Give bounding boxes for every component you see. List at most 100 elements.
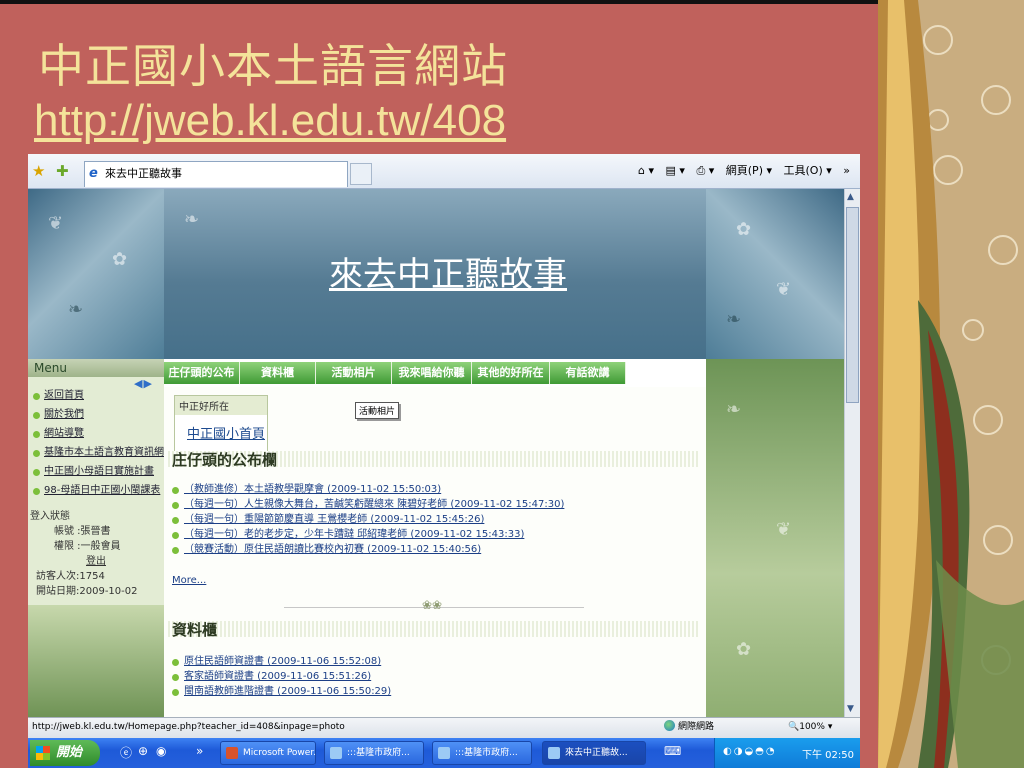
- tooltip: 活動相片: [355, 402, 400, 419]
- status-url: http://jweb.kl.edu.tw/Homepage.php?teach…: [32, 722, 345, 732]
- list-item[interactable]: 原住民語師資證書 (2009-11-06 15:52:08): [172, 655, 391, 670]
- page-viewport: ❦ ✿ ❧ ❧ ✿ ❦ ❧ 來去中正聽故事 Menu ◀▶ 返回首頁 關於我們 …: [28, 189, 844, 717]
- menu-item-mother-tongue-plan[interactable]: 中正國小母語日實施計畫: [32, 463, 164, 482]
- decorative-art: [878, 0, 1024, 768]
- start-label: 開始: [56, 745, 83, 760]
- list-item[interactable]: （每週一句）重陽節節慶直導 王鶯櫻老師 (2009-11-02 15:45:26…: [172, 513, 564, 528]
- menu-list: 返回首頁 關於我們 網站導覽 基隆市本土語言教育資訊網 中正國小母語日實施計畫 …: [32, 387, 164, 501]
- more-chevron-icon[interactable]: »: [843, 164, 850, 177]
- ie-icon: [548, 747, 560, 759]
- taskbar: 開始 ⓔ ⊕ ◉ » Microsoft Power... :::基隆市政府..…: [28, 738, 860, 768]
- list-item[interactable]: （教師進修）本土語教學觀摩會 (2009-11-02 15:50:03): [172, 483, 564, 498]
- school-home-link[interactable]: 中正國小首頁: [175, 415, 267, 442]
- slide-title: 中正國小本土語言網站: [38, 39, 508, 93]
- list-item[interactable]: （每週一句）老的老步定，少年卡蹧躂 邱紹瑋老師 (2009-11-02 15:4…: [172, 528, 564, 543]
- zoom-level: 100%: [799, 722, 825, 732]
- leaf-icon: ❦: [776, 519, 792, 540]
- slide-top-band: [0, 0, 878, 4]
- tab-other-places[interactable]: 其他的好所在: [472, 362, 550, 384]
- right-decor-panel: ❧ ❦ ✿: [706, 359, 844, 717]
- scrollbar-thumb[interactable]: [846, 207, 859, 403]
- decorative-panel: [878, 0, 1024, 768]
- favorites-star-icon[interactable]: ★: [32, 162, 45, 180]
- visitor-count: 訪客人次:1754: [36, 571, 105, 582]
- list-item[interactable]: 閩南語教師進階證書 (2009-11-06 15:50:29): [172, 685, 391, 700]
- media-quicklaunch-icon[interactable]: ◉: [156, 744, 166, 758]
- menu-item-schedule[interactable]: 98-母語日中正國小閩課表: [32, 482, 164, 501]
- leaf-icon: ❧: [68, 299, 84, 320]
- keyboard-icon[interactable]: ⌨: [664, 744, 681, 758]
- butterfly-icon: ✿: [112, 249, 128, 270]
- ie-icon: [438, 747, 450, 759]
- feeds-icon[interactable]: ▤ ▾: [666, 164, 685, 177]
- ie-quicklaunch-icon[interactable]: ⓔ: [120, 744, 132, 761]
- site-title-link[interactable]: 來去中正聽故事: [178, 247, 718, 296]
- menu-item-keelung-info[interactable]: 基隆市本土語言教育資訊網: [32, 444, 164, 463]
- task-keelung-1[interactable]: :::基隆市政府...: [324, 741, 424, 765]
- menu-item-sitemap[interactable]: 網站導覽: [32, 425, 164, 444]
- home-icon[interactable]: ⌂ ▾: [638, 164, 654, 177]
- start-button[interactable]: 開始: [30, 740, 100, 766]
- list-item[interactable]: （競賽活動）原住民語朗讀比賽校內初賽 (2009-11-02 15:40:56): [172, 543, 564, 558]
- leaf-icon: ✿: [736, 639, 752, 660]
- tab-sing[interactable]: 我來唱給你聽: [392, 362, 472, 384]
- tab-messages[interactable]: 有話欲講: [550, 362, 626, 384]
- task-keelung-2[interactable]: :::基隆市政府...: [432, 741, 532, 765]
- zoom-control[interactable]: 🔍100% ▾: [788, 718, 832, 737]
- page-menu[interactable]: 網頁(P) ▾: [726, 164, 772, 177]
- quicklaunch-more-icon[interactable]: »: [196, 744, 203, 758]
- outlook-quicklaunch-icon[interactable]: ⊕: [138, 744, 148, 758]
- command-bar: ⌂ ▾ ▤ ▾ ⎙ ▾ 網頁(P) ▾ 工具(O) ▾ »: [630, 162, 850, 178]
- site-open-date: 開站日期:2009-10-02: [36, 586, 138, 597]
- powerpoint-icon: [226, 747, 238, 759]
- browser-tab[interactable]: e 來去中正聽故事: [84, 161, 348, 187]
- more-link[interactable]: More...: [172, 575, 206, 586]
- task-powerpoint[interactable]: Microsoft Power...: [220, 741, 316, 765]
- slide-url-link[interactable]: http://jweb.kl.edu.tw/408: [34, 96, 506, 146]
- new-tab-button[interactable]: [350, 163, 372, 185]
- nav-bar: 庄仔頭的公布 資料櫃 活動相片 我來唱給你聽 其他的好所在 有話欲講: [164, 359, 706, 387]
- ie-logo-icon: e: [89, 166, 98, 181]
- login-header: 登入狀態: [30, 511, 70, 522]
- browser-toolbar: ★ ✚ e 來去中正聽故事 ⌂ ▾ ▤ ▾ ⎙ ▾ 網頁(P) ▾ 工具(O) …: [28, 154, 860, 189]
- breadcrumb: 中正好所在 中正國小首頁: [174, 395, 268, 455]
- ie-icon: [330, 747, 342, 759]
- windows-logo-icon: [36, 746, 50, 760]
- clock[interactable]: 下午 02:50: [802, 746, 854, 761]
- cabinet-title: 資料櫃: [172, 621, 218, 639]
- globe-icon: [664, 720, 675, 731]
- sidebar: Menu ◀▶ 返回首頁 關於我們 網站導覽 基隆市本土語言教育資訊網 中正國小…: [28, 359, 164, 717]
- add-favorites-icon[interactable]: ✚: [56, 162, 69, 180]
- logout-link[interactable]: 登出: [30, 554, 162, 569]
- sidebar-art: [28, 605, 164, 717]
- task-story-site[interactable]: 來去中正聽故...: [542, 741, 646, 765]
- banner-right-art: ✿ ❦ ❧: [706, 189, 844, 359]
- print-icon[interactable]: ⎙ ▾: [696, 164, 714, 177]
- tab-photos[interactable]: 活動相片: [316, 362, 392, 384]
- login-permission: 權限 :一般會員: [54, 541, 121, 552]
- slide: 中正國小本土語言網站 http://jweb.kl.edu.tw/408 ★ ✚…: [0, 0, 1024, 768]
- tray-icons[interactable]: ◐◑◒◓◔: [723, 746, 777, 757]
- cabinet-list: 原住民語師資證書 (2009-11-06 15:52:08) 客家語師資證書 (…: [172, 655, 391, 700]
- browser-tab-title: 來去中正聽故事: [105, 167, 182, 180]
- list-item[interactable]: （每週一句）人生親像大舞台，苦鹹笑虧醒總來 陳碧好老師 (2009-11-02 …: [172, 498, 564, 513]
- butterfly-icon: ❦: [776, 279, 792, 300]
- bulletin-title: 庄仔頭的公布欄: [172, 451, 278, 469]
- list-item[interactable]: 客家語師資證書 (2009-11-06 15:51:26): [172, 670, 391, 685]
- tab-cabinet[interactable]: 資料櫃: [240, 362, 316, 384]
- tab-bulletin[interactable]: 庄仔頭的公布: [164, 362, 240, 384]
- scroll-down-icon[interactable]: ▼: [847, 704, 854, 714]
- ornament-icon: ❀❀: [422, 598, 443, 612]
- butterfly-icon: ❦: [48, 213, 64, 234]
- menu-item-home[interactable]: 返回首頁: [32, 387, 164, 406]
- butterfly-icon: ✿: [736, 219, 752, 240]
- leaf-icon: ❧: [184, 209, 200, 230]
- tools-menu[interactable]: 工具(O) ▾: [784, 164, 832, 177]
- vertical-scrollbar[interactable]: ▲ ▼: [844, 189, 860, 717]
- section-rule: [168, 621, 698, 637]
- menu-item-about[interactable]: 關於我們: [32, 406, 164, 425]
- scroll-up-icon[interactable]: ▲: [847, 192, 854, 202]
- browser-window: ★ ✚ e 來去中正聽故事 ⌂ ▾ ▤ ▾ ⎙ ▾ 網頁(P) ▾ 工具(O) …: [28, 154, 860, 768]
- zone-label: 網際網路: [678, 722, 715, 732]
- system-tray: ◐◑◒◓◔ 下午 02:50: [714, 738, 860, 768]
